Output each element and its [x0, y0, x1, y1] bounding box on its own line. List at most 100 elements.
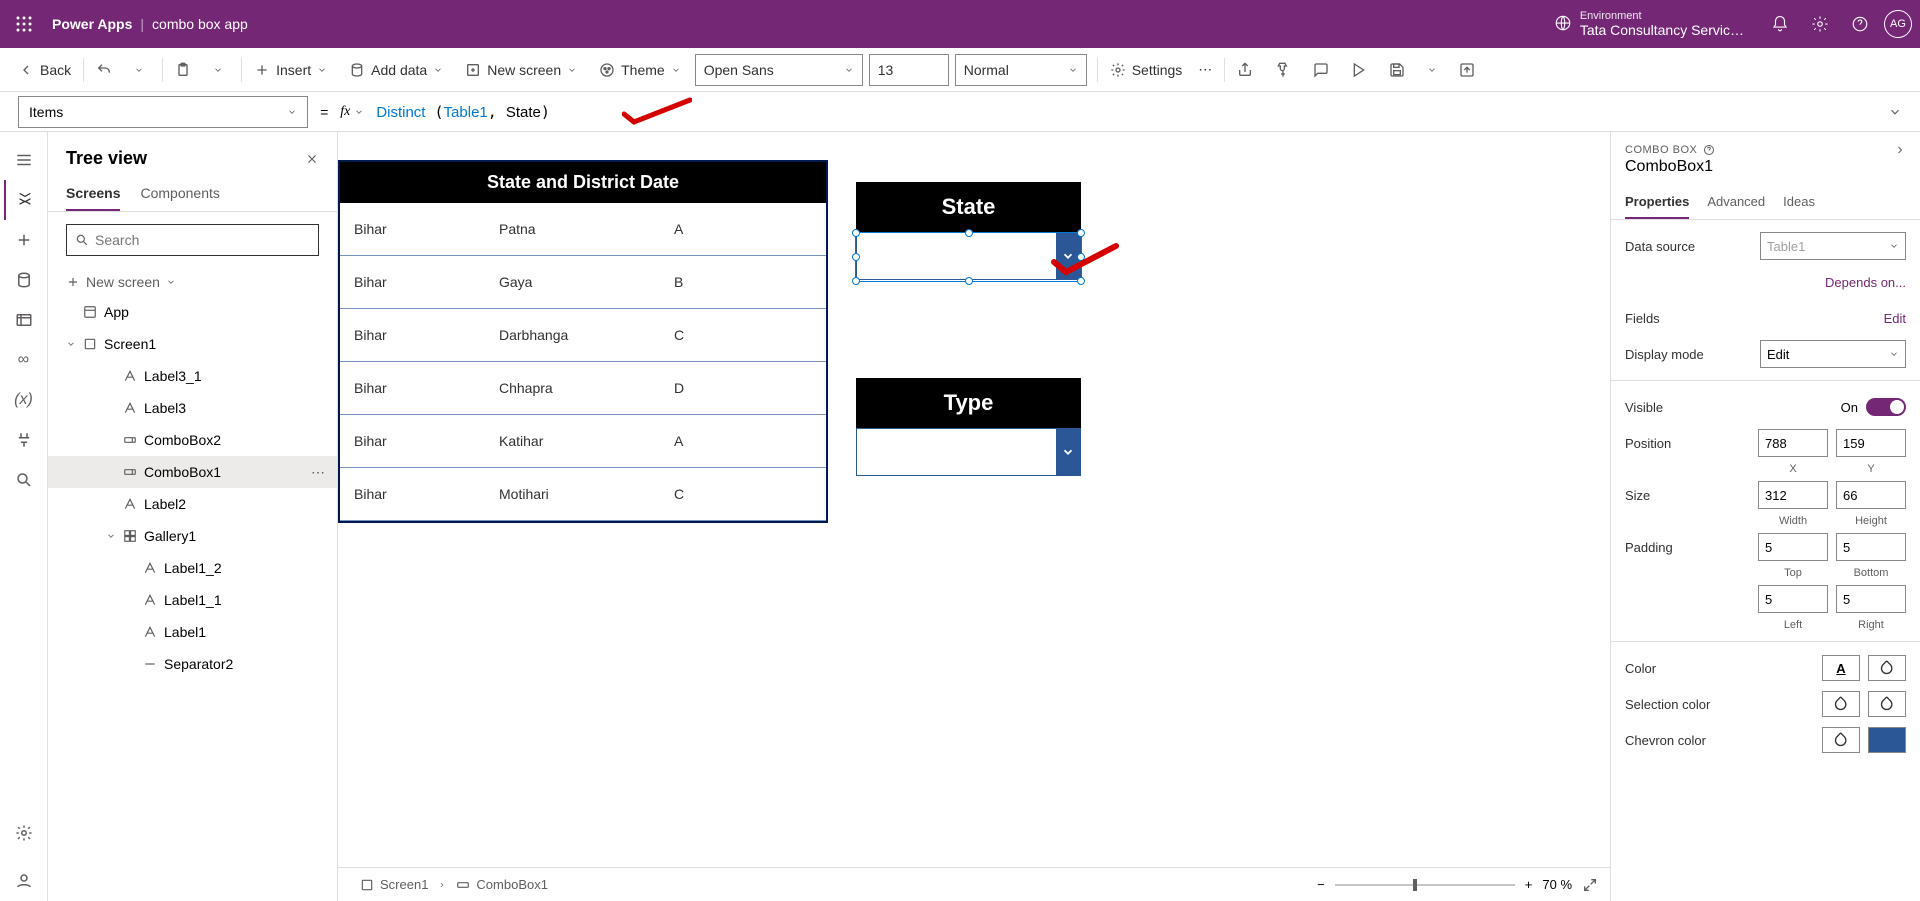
font-color-button[interactable]: A	[1822, 655, 1860, 681]
gallery-row[interactable]: BiharGayaB	[340, 256, 826, 309]
new-screen-tree-button[interactable]: New screen	[48, 268, 337, 296]
tree-node-app[interactable]: App	[48, 296, 337, 328]
fx-icon[interactable]: fx	[340, 104, 350, 120]
state-combobox[interactable]	[856, 232, 1081, 280]
tree-node-label1_1[interactable]: Label1_1	[48, 584, 337, 616]
property-selector[interactable]: Items	[18, 96, 308, 128]
design-canvas[interactable]: State and District Date BiharPatnaABihar…	[338, 132, 1610, 867]
data-source-dropdown[interactable]: Table1	[1760, 232, 1906, 260]
tab-ideas[interactable]: Ideas	[1783, 186, 1815, 219]
tab-screens[interactable]: Screens	[66, 177, 120, 211]
fill-color-button[interactable]	[1868, 655, 1906, 681]
back-button[interactable]: Back	[10, 48, 79, 91]
new-screen-button[interactable]: New screen	[457, 48, 591, 91]
type-combobox[interactable]	[856, 428, 1081, 476]
app-launcher-icon[interactable]	[8, 8, 40, 40]
tab-components[interactable]: Components	[140, 177, 219, 211]
gallery-control[interactable]: State and District Date BiharPatnaABihar…	[338, 160, 828, 523]
tree-node-label1_2[interactable]: Label1_2	[48, 552, 337, 584]
hamburger-icon[interactable]	[4, 140, 44, 180]
font-weight-dropdown[interactable]: Normal	[955, 54, 1087, 86]
add-data-button[interactable]: Add data	[341, 48, 457, 91]
chevron-down-icon[interactable]	[1056, 233, 1080, 279]
close-icon[interactable]	[305, 152, 319, 166]
chevron-right-icon[interactable]	[1894, 144, 1906, 156]
variables-rail-icon[interactable]: (x)	[4, 380, 44, 420]
padding-right-input[interactable]: 5	[1836, 585, 1906, 613]
media-rail-icon[interactable]	[4, 300, 44, 340]
tree-node-combobox1[interactable]: ComboBox1⋯	[48, 456, 337, 488]
ask-rail-icon[interactable]	[4, 861, 44, 901]
gallery-row[interactable]: BiharChhapraD	[340, 362, 826, 415]
tree-search[interactable]	[66, 224, 319, 256]
tree-view-icon[interactable]	[4, 180, 44, 220]
app-name[interactable]: combo box app	[152, 16, 248, 32]
notifications-icon[interactable]	[1760, 4, 1800, 44]
chev-color-swatch[interactable]	[1868, 727, 1906, 753]
paste-dropdown[interactable]	[205, 48, 237, 91]
display-mode-dropdown[interactable]: Edit	[1760, 340, 1906, 368]
fit-icon[interactable]	[1582, 877, 1598, 893]
tree-node-label2[interactable]: Label2	[48, 488, 337, 520]
gallery-row[interactable]: BiharMotihariC	[340, 468, 826, 521]
position-y-input[interactable]: 159	[1836, 429, 1906, 457]
more-button[interactable]: ⋯	[1190, 48, 1220, 91]
zoom-out-button[interactable]: −	[1317, 877, 1325, 892]
search-rail-icon[interactable]	[4, 460, 44, 500]
tree-node-combobox2[interactable]: ComboBox2	[48, 424, 337, 456]
tree-node-label3_1[interactable]: Label3_1	[48, 360, 337, 392]
position-x-input[interactable]: 788	[1758, 429, 1828, 457]
font-size-input[interactable]: 13	[869, 54, 949, 86]
sel-fill2-button[interactable]	[1868, 691, 1906, 717]
save-button[interactable]	[1381, 48, 1419, 91]
chevron-down-icon[interactable]	[1056, 429, 1080, 475]
paste-button[interactable]	[167, 48, 205, 91]
flows-rail-icon[interactable]: ∞	[4, 340, 44, 380]
zoom-in-button[interactable]: +	[1525, 877, 1533, 892]
theme-button[interactable]: Theme	[591, 48, 695, 91]
publish-button[interactable]	[1451, 48, 1489, 91]
tab-properties[interactable]: Properties	[1625, 186, 1689, 219]
formula-input[interactable]: Distinct (Table1, State)	[376, 103, 550, 121]
crumb-control[interactable]: ComboBox1	[446, 873, 558, 896]
width-input[interactable]: 312	[1758, 481, 1828, 509]
comments-button[interactable]	[1305, 48, 1343, 91]
settings-button[interactable]: Settings	[1102, 48, 1191, 91]
data-rail-icon[interactable]	[4, 260, 44, 300]
control-name[interactable]: ComboBox1	[1611, 158, 1920, 186]
gallery-row[interactable]: BiharDarbhangaC	[340, 309, 826, 362]
tree-node-gallery1[interactable]: Gallery1	[48, 520, 337, 552]
expand-formula-icon[interactable]	[1888, 105, 1902, 119]
tree-node-separator2[interactable]: Separator2	[48, 648, 337, 680]
depends-on-link[interactable]: Depends on...	[1825, 275, 1906, 290]
sel-fill-button[interactable]	[1822, 691, 1860, 717]
height-input[interactable]: 66	[1836, 481, 1906, 509]
padding-top-input[interactable]: 5	[1758, 533, 1828, 561]
padding-bottom-input[interactable]: 5	[1836, 533, 1906, 561]
chev-fill-button[interactable]	[1822, 727, 1860, 753]
settings-rail-icon[interactable]	[4, 813, 44, 853]
tree-search-input[interactable]	[95, 232, 310, 248]
gallery-row[interactable]: BiharPatnaA	[340, 203, 826, 256]
tree-node-label3[interactable]: Label3	[48, 392, 337, 424]
preview-button[interactable]	[1343, 48, 1381, 91]
padding-left-input[interactable]: 5	[1758, 585, 1828, 613]
undo-button[interactable]	[88, 48, 126, 91]
product-name[interactable]: Power Apps	[52, 16, 132, 32]
visible-toggle[interactable]	[1866, 398, 1906, 416]
checker-button[interactable]	[1267, 48, 1305, 91]
zoom-slider[interactable]	[1335, 884, 1515, 886]
undo-dropdown[interactable]	[126, 48, 158, 91]
save-dropdown[interactable]	[1419, 48, 1451, 91]
tools-rail-icon[interactable]	[4, 420, 44, 460]
insert-button[interactable]: Insert	[246, 48, 341, 91]
tree-node-label1[interactable]: Label1	[48, 616, 337, 648]
help-icon[interactable]	[1840, 4, 1880, 44]
environment-picker[interactable]: Environment Tata Consultancy Servic…	[1554, 10, 1744, 38]
tree-node-screen1[interactable]: Screen1	[48, 328, 337, 360]
gallery-row[interactable]: BiharKatiharA	[340, 415, 826, 468]
tab-advanced[interactable]: Advanced	[1707, 186, 1765, 219]
user-avatar[interactable]: AG	[1884, 10, 1912, 38]
font-family-dropdown[interactable]: Open Sans	[695, 54, 863, 86]
settings-gear-icon[interactable]	[1800, 4, 1840, 44]
